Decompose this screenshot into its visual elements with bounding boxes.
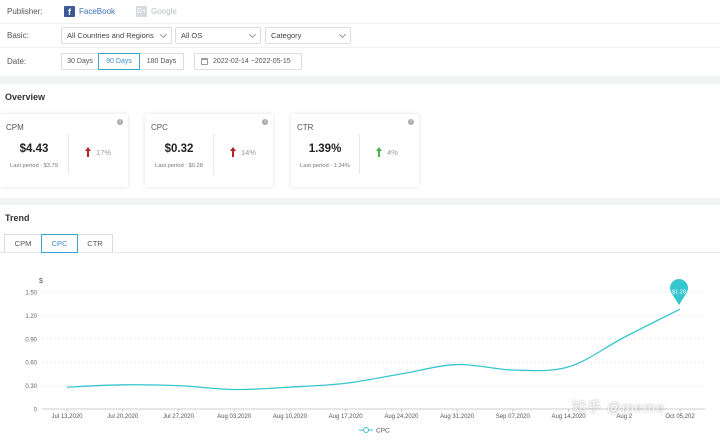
x-tick-label: Aug 03,2020 [217,414,252,420]
y-axis-unit: $ [39,278,43,285]
legend-label-cpc: CPC [376,428,390,435]
x-tick-label: Sep 07,2020 [496,414,531,420]
y-tick-label: 0.60 [25,361,37,367]
y-tick-label: 0.30 [25,384,37,390]
tab-cpc[interactable]: CPC [41,234,78,253]
x-tick-label: Jul 20,2020 [107,414,139,420]
y-tick-label: 1.20 [25,314,37,320]
x-tick-label: Aug 31,2020 [440,414,475,420]
x-tick-label: Jul 13,2020 [51,414,83,420]
series-line-cpc [66,308,681,391]
y-tick-label: 0.90 [25,337,37,343]
x-tick-label: Aug 24,2020 [384,414,419,420]
watermark: 知乎 @meme [572,399,665,415]
range-90-days[interactable]: 90 Days [98,53,140,70]
value-pin-label: $1.28 [672,290,686,296]
y-tick-label: 0 [34,408,38,414]
legend-marker [363,427,369,433]
x-tick-label: Oct 05,202 [665,414,695,420]
x-tick-label: Aug 17,2020 [329,414,364,420]
x-tick-label: Aug 10,2020 [273,414,308,420]
x-tick-label: Jul 27,2020 [163,414,195,420]
y-tick-label: 1.50 [25,291,37,297]
